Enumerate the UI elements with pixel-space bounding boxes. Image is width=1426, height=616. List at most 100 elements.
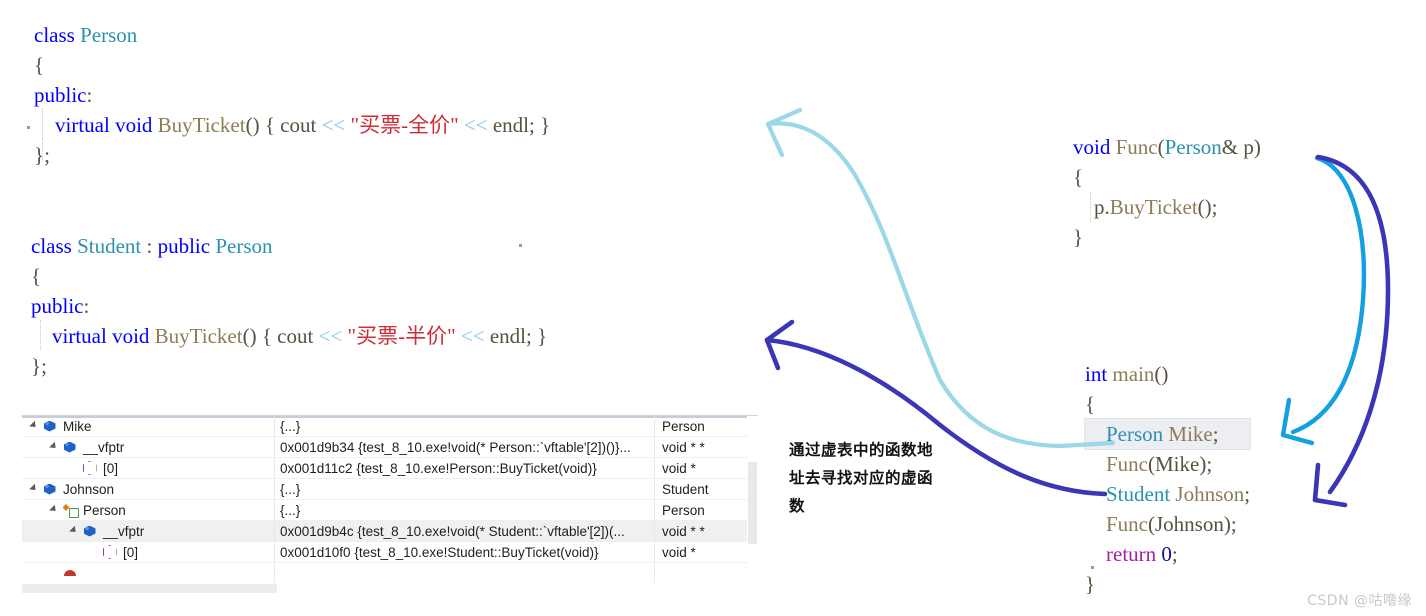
code-token: public [157,234,211,258]
code-token: << [321,113,346,137]
watch-cell-name[interactable]: __vfptr [22,437,275,457]
cube-icon [41,479,58,499]
watch-cell-value[interactable]: 0x001d11c2 {test_8_10.exe!Person::BuyTic… [275,458,655,478]
code-token: class [31,234,72,258]
arrow-func-to-johnson [1312,154,1391,508]
red-cap-icon [61,563,78,583]
arrow-func-to-mike [1280,155,1367,446]
watch-name-label: [0] [123,544,139,560]
watch-row[interactable]: [0] 0x001d10f0 {test_8_10.exe!Student::Bu… [22,542,758,563]
code-token: Person [215,234,273,258]
hex-outline-icon [101,542,118,562]
watch-horizontal-scrollbar[interactable] [22,583,758,594]
watch-cell-value[interactable] [275,563,655,583]
tree-expander-spacer [68,458,81,478]
debugger-watch-window[interactable]: Mike {...} Person __vfptr 0x001d9b34 {test_8… [22,415,758,594]
watch-value-label: 0x001d10f0 {test_8_10.exe!Student::BuyTi… [280,544,599,560]
code-token: () [1154,362,1169,386]
watch-row[interactable]: __vfptr 0x001d9b4c {test_8_10.exe!void(* … [22,521,758,542]
watch-row[interactable] [22,563,758,584]
watch-value-label: {...} [280,481,301,497]
watch-cell-name[interactable]: Person [22,500,275,520]
code-token: ; [1212,422,1219,446]
code-token: ( [1148,512,1155,536]
watch-cell-type: void * * [655,437,758,457]
code-token: Mike [1168,422,1213,446]
code-token: & p) [1221,135,1261,159]
tree-expander-icon[interactable] [48,437,61,457]
code-block-class-student: class Student : public Person {public: vi… [31,231,547,381]
base-class-icon [61,500,79,520]
code-token: { [31,264,42,288]
annotation-note-line-3: 数 [789,497,806,515]
tree-expander-icon[interactable] [48,500,61,520]
code-token: class [34,23,75,47]
code-line: void Func(Person& p) [1073,132,1261,162]
code-line: }; [31,351,547,381]
code-line: Func(Mike); [1085,449,1250,479]
code-token: cout [277,324,314,348]
watch-cell-type: void * [655,458,758,478]
code-token: int [1085,362,1108,386]
code-token: Student [77,234,142,258]
watch-type-label: void * * [662,439,705,455]
code-token: ( [1157,135,1165,159]
cube-icon [41,416,58,436]
watch-row[interactable]: Mike {...} Person [22,416,758,437]
watch-vertical-scrollbar[interactable] [747,416,758,594]
code-token: () { [245,113,281,137]
watch-horizontal-scroll-thumb[interactable] [22,584,277,593]
code-token: Johnson [1155,512,1224,536]
watch-cell-name[interactable]: Johnson [22,479,275,499]
code-line: { [34,50,550,80]
watch-cell-type: Person [655,416,758,436]
screenshot-canvas: class Person {public: virtual void BuyTic… [0,0,1426,616]
indent-dot [27,126,30,129]
tree-expander-icon[interactable] [68,521,81,541]
watch-row[interactable]: __vfptr 0x001d9b34 {test_8_10.exe!void(* … [22,437,758,458]
code-token: public [31,294,84,318]
code-token: void [115,113,153,137]
code-line: { [1085,389,1250,419]
watch-cell-value[interactable]: {...} [275,500,655,520]
watch-type-label: Person [662,418,705,434]
code-line: }; [34,140,550,170]
code-token: Func [1106,512,1148,536]
watch-row[interactable]: Person {...} Person [22,500,758,521]
watch-name-label: [0] [103,460,119,476]
watch-row[interactable]: Johnson {...} Student [22,479,758,500]
watch-cell-value[interactable]: 0x001d9b34 {test_8_10.exe!void(* Person:… [275,437,655,457]
tree-expander-icon[interactable] [28,479,41,499]
watch-cell-value[interactable]: 0x001d9b4c {test_8_10.exe!void(* Student… [275,521,655,541]
code-token: ); [1199,452,1213,476]
watch-type-label: void * [662,544,696,560]
watch-cell-name[interactable] [22,563,275,583]
code-token: BuyTicket [1109,195,1198,219]
watch-type-label: void * [662,460,696,476]
watch-value-label: 0x001d9b4c {test_8_10.exe!void(* Student… [280,523,625,539]
watch-name-label: Mike [63,418,92,434]
watch-cell-name[interactable]: Mike [22,416,275,436]
watch-cell-value[interactable]: {...} [275,416,655,436]
tree-expander-spacer [48,563,61,583]
code-line: } [1085,569,1250,599]
watch-value-label: {...} [280,418,301,434]
watch-cell-value[interactable]: 0x001d10f0 {test_8_10.exe!Student::BuyTi… [275,542,655,562]
tree-expander-icon[interactable] [28,416,41,436]
code-block-main: int main(){ Person Mike; Func(Mike); Stu… [1085,359,1251,599]
annotation-note-line-2: 址去寻找对应的虚函 [789,469,934,487]
code-line: p.BuyTicket(); [1073,192,1261,222]
code-token: { [1085,392,1096,416]
watch-row-list[interactable]: Mike {...} Person __vfptr 0x001d9b34 {test_8… [22,416,758,584]
watch-cell-name[interactable]: __vfptr [22,521,275,541]
annotation-note: 通过虚表中的函数地 址去寻找对应的虚函 数 [789,436,965,520]
watch-vertical-scroll-thumb[interactable] [748,462,757,544]
watch-cell-name[interactable]: [0] [22,542,275,562]
code-line: Func(Johnson); [1085,509,1250,539]
watch-row[interactable]: [0] 0x001d11c2 {test_8_10.exe!Person::Buy… [22,458,758,479]
watch-cell-name[interactable]: [0] [22,458,275,478]
watch-value-label: 0x001d9b34 {test_8_10.exe!void(* Person:… [280,439,631,455]
code-token: Johnson [1175,482,1245,506]
watch-cell-value[interactable]: {...} [275,479,655,499]
